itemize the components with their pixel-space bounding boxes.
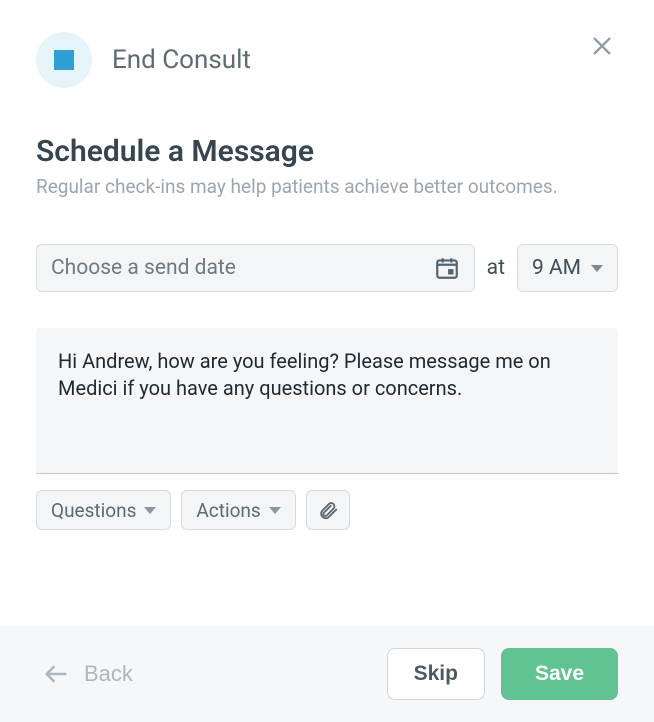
calendar-icon bbox=[434, 255, 460, 281]
dialog-content: Schedule a Message Regular check-ins may… bbox=[0, 100, 654, 626]
time-select[interactable]: 9 AM bbox=[517, 244, 618, 292]
actions-label: Actions bbox=[196, 499, 260, 522]
back-button[interactable]: Back bbox=[36, 659, 139, 689]
paperclip-icon bbox=[317, 499, 339, 521]
footer-actions: Skip Save bbox=[387, 648, 618, 700]
schedule-row: Choose a send date at 9 AM bbox=[36, 244, 618, 292]
questions-dropdown[interactable]: Questions bbox=[36, 490, 171, 530]
dialog-header: End Consult bbox=[0, 0, 654, 100]
message-toolbar: Questions Actions bbox=[36, 490, 618, 530]
close-icon bbox=[591, 35, 613, 57]
at-label: at bbox=[487, 256, 505, 280]
dialog-footer: Back Skip Save bbox=[0, 626, 654, 722]
back-label: Back bbox=[84, 661, 133, 687]
message-textarea[interactable] bbox=[36, 328, 618, 474]
dialog-title: End Consult bbox=[112, 45, 251, 75]
page-subtitle: Regular check-ins may help patients achi… bbox=[36, 175, 618, 198]
attach-button[interactable] bbox=[306, 490, 350, 530]
stop-icon bbox=[54, 50, 74, 70]
chevron-down-icon bbox=[269, 507, 281, 514]
page-title: Schedule a Message bbox=[36, 134, 618, 169]
send-date-picker[interactable]: Choose a send date bbox=[36, 244, 475, 292]
chevron-down-icon bbox=[144, 507, 156, 514]
end-consult-icon-bg bbox=[36, 32, 92, 88]
actions-dropdown[interactable]: Actions bbox=[181, 490, 295, 530]
send-date-placeholder: Choose a send date bbox=[51, 256, 236, 280]
chevron-down-icon bbox=[591, 265, 603, 272]
close-button[interactable] bbox=[586, 30, 618, 62]
skip-button[interactable]: Skip bbox=[387, 648, 485, 700]
questions-label: Questions bbox=[51, 499, 136, 522]
arrow-left-icon bbox=[42, 660, 70, 688]
time-value: 9 AM bbox=[532, 256, 581, 280]
save-button[interactable]: Save bbox=[501, 648, 618, 700]
